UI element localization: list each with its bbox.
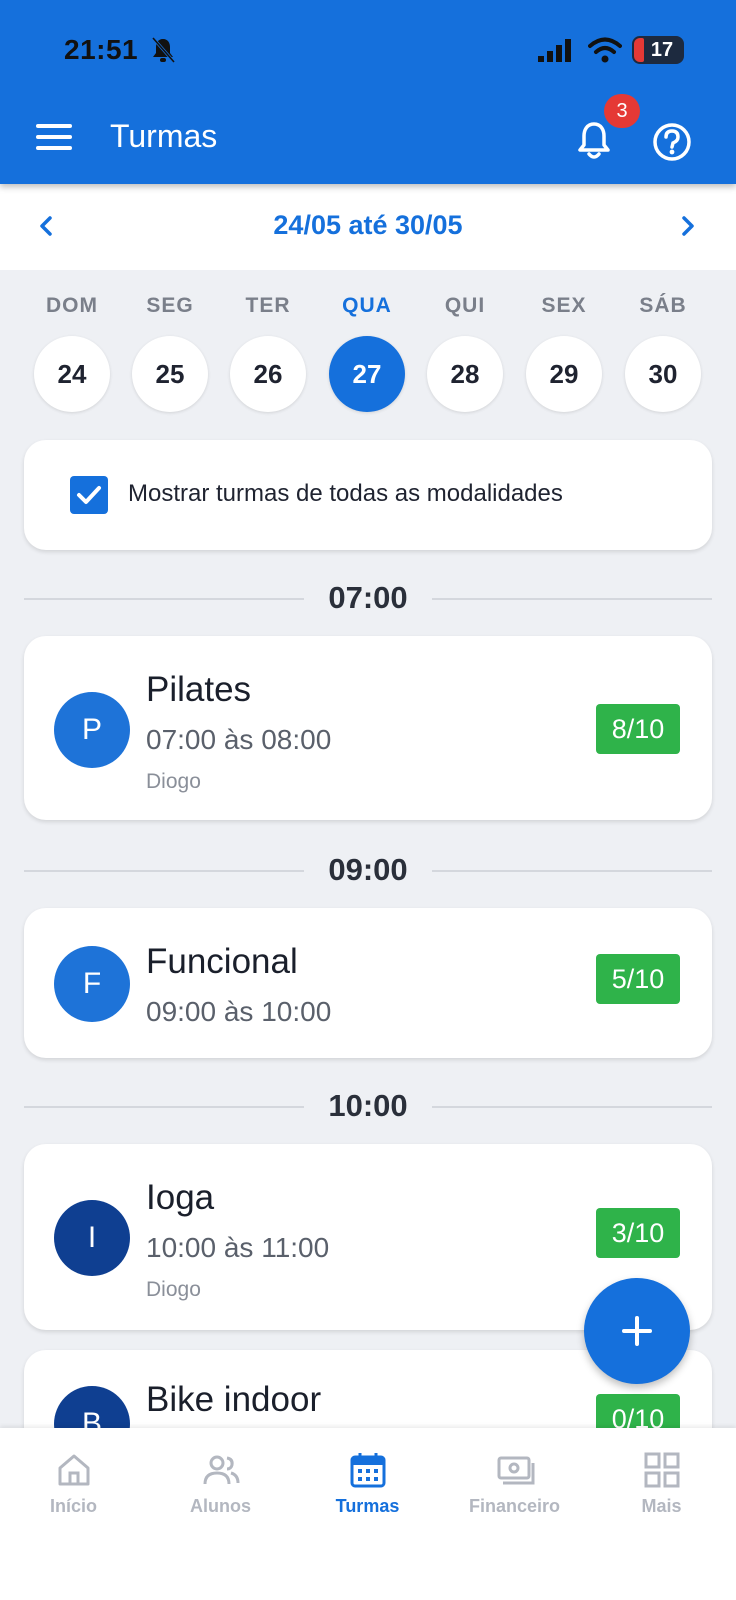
day-name: SEG (146, 294, 194, 317)
wifi-icon (588, 37, 622, 63)
check-icon (77, 486, 101, 504)
day-number: 28 (427, 336, 503, 412)
class-card-funcional[interactable]: F Funcional 09:00 às 10:00 5/10 (24, 908, 712, 1058)
money-icon (497, 1456, 535, 1485)
class-avatar: F (54, 946, 130, 1022)
week-range: 24/05 até 30/05 (273, 210, 463, 240)
calendar-icon (350, 1453, 386, 1488)
day-number: 30 (625, 336, 701, 412)
day-name: QUI (444, 294, 486, 317)
nav-alunos[interactable]: Alunos (147, 1428, 294, 1528)
day-number: 26 (230, 336, 306, 412)
day-saturday[interactable]: SÁB 30 (623, 290, 703, 420)
separator-line (432, 598, 712, 600)
notification-bell-icon[interactable] (574, 118, 614, 162)
day-selector: DOM 24 SEG 25 TER 26 QUA 27 QUI 28 SEX 2… (0, 290, 736, 420)
nav-turmas[interactable]: Turmas (294, 1428, 441, 1528)
notification-badge: 3 (604, 94, 640, 128)
class-teacher: Diogo (146, 770, 201, 793)
class-name: Bike indoor (146, 1380, 322, 1419)
nav-label: Mais (641, 1496, 682, 1516)
class-time: 07:00 às 08:00 (146, 724, 332, 755)
status-bar: 21:51 17 (0, 0, 736, 100)
day-wednesday[interactable]: QUA 27 (327, 290, 407, 420)
class-time: 10:00 às 11:00 (146, 1232, 330, 1263)
help-icon[interactable] (652, 122, 692, 162)
day-number: 25 (132, 336, 208, 412)
bell-off-icon (151, 37, 176, 63)
class-capacity-badge: 3/10 (596, 1208, 680, 1258)
battery-percent: 17 (650, 39, 674, 61)
plus-icon (622, 1316, 652, 1346)
time-separator: 10:00 (24, 1084, 712, 1128)
nav-inicio[interactable]: Início (0, 1428, 147, 1528)
separator-line (432, 870, 712, 872)
class-card-pilates[interactable]: P Pilates 07:00 às 08:00 Diogo 8/10 (24, 636, 712, 820)
page-title: Turmas (110, 118, 218, 154)
day-monday[interactable]: SEG 25 (130, 290, 210, 420)
nav-label: Turmas (335, 1496, 400, 1516)
time-separator: 09:00 (24, 848, 712, 892)
app-header: 21:51 17 Turmas 3 (0, 0, 736, 184)
menu-icon[interactable] (36, 122, 72, 152)
class-teacher: Diogo (146, 1278, 201, 1301)
day-sunday[interactable]: DOM 24 (32, 290, 112, 420)
day-name: SEX (541, 294, 587, 317)
class-name: Pilates (146, 670, 252, 709)
class-avatar: I (54, 1200, 130, 1276)
class-time: 09:00 às 10:00 (146, 996, 332, 1027)
nav-financeiro[interactable]: Financeiro (441, 1428, 588, 1528)
nav-label: Financeiro (468, 1496, 561, 1516)
day-friday[interactable]: SEX 29 (524, 290, 604, 420)
nav-label: Alunos (190, 1496, 251, 1516)
class-capacity-badge: 8/10 (596, 704, 680, 754)
time-separator: 07:00 (24, 576, 712, 620)
add-class-button[interactable] (584, 1278, 690, 1384)
day-name: QUA (342, 294, 392, 317)
nav-mais[interactable]: Mais (588, 1428, 735, 1528)
day-name: SÁB (639, 294, 687, 317)
separator-line (432, 1106, 712, 1108)
status-time: 21:51 (64, 34, 139, 65)
class-name: Funcional (146, 942, 298, 981)
users-icon (203, 1455, 240, 1485)
chevron-right-icon[interactable] (678, 208, 700, 244)
home-icon (58, 1454, 90, 1486)
nav-label: Início (49, 1496, 97, 1516)
week-navigator: 24/05 até 30/05 (0, 184, 736, 270)
day-name: DOM (46, 294, 98, 317)
class-avatar: P (54, 692, 130, 768)
battery-indicator: 17 (632, 36, 684, 64)
show-all-checkbox[interactable] (70, 476, 108, 514)
class-name: Ioga (146, 1178, 215, 1217)
modality-filter-card[interactable]: Mostrar turmas de todas as modalidades (24, 440, 712, 550)
day-tuesday[interactable]: TER 26 (228, 290, 308, 420)
day-number: 27 (329, 336, 405, 412)
day-name: TER (245, 294, 291, 317)
show-all-label: Mostrar turmas de todas as modalidades (128, 480, 563, 507)
day-thursday[interactable]: QUI 28 (425, 290, 505, 420)
day-number: 29 (526, 336, 602, 412)
bottom-navigation: Início Alunos Turmas Financeiro Mais (0, 1428, 736, 1600)
grid-icon (644, 1452, 680, 1488)
class-capacity-badge: 5/10 (596, 954, 680, 1004)
signal-icon (538, 39, 571, 62)
day-number: 24 (34, 336, 110, 412)
